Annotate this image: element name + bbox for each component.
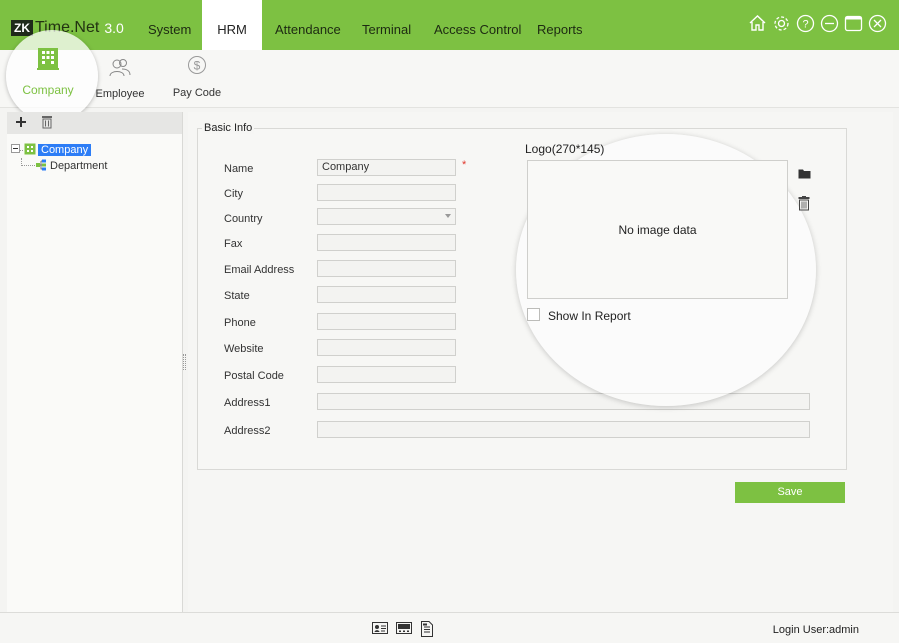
svg-text:?: ? [802,19,808,31]
company-icon [18,48,78,75]
city-input[interactable] [317,184,456,201]
fax-input[interactable] [317,234,456,251]
menu-access-control[interactable]: Access Control [434,0,521,50]
tree-panel: Company Department [7,112,183,612]
brand-logo: ZK [11,20,33,36]
id-card-icon[interactable] [372,621,388,640]
state-label: State [224,290,250,302]
phone-label: Phone [224,317,256,329]
app-version: 3.0 [104,20,124,36]
postal-code-input[interactable] [317,366,456,383]
employee-icon [94,58,146,81]
menu-terminal[interactable]: Terminal [362,0,411,50]
email-label: Email Address [224,264,295,276]
department-icon [35,159,47,174]
country-label: Country [224,213,263,225]
phone-input[interactable] [317,313,456,330]
menu-reports[interactable]: Reports [537,0,583,50]
menu-hrm[interactable]: HRM [202,0,262,50]
menu-system[interactable]: System [148,0,191,50]
home-icon[interactable] [748,14,767,33]
section-title: Basic Info [202,122,255,134]
login-user: Login User:admin [772,624,859,636]
website-label: Website [224,343,264,355]
email-input[interactable] [317,260,456,277]
address2-label: Address2 [224,425,271,437]
show-in-report-checkbox[interactable] [527,308,540,321]
ribbon-employee-label: Employee [95,88,145,100]
ribbon-pay-code-label: Pay Code [172,87,222,99]
close-icon[interactable] [868,14,887,33]
ribbon-company[interactable]: Company [18,48,78,97]
maximize-icon[interactable] [844,14,863,33]
show-in-report-label: Show In Report [548,309,631,323]
logo-image-box[interactable]: No image data [527,160,788,299]
svg-text:$: $ [194,59,201,73]
name-label: Name [224,163,254,175]
status-bar: Login User:admin [0,612,899,643]
tree-item-department[interactable]: Department [11,158,182,174]
tree-item-company[interactable]: Company [11,142,182,158]
save-button[interactable]: Save [735,482,845,503]
logo-title: Logo(270*145) [525,142,605,156]
tree-label-department[interactable]: Department [50,160,107,172]
add-icon[interactable] [15,116,27,131]
postal-code-label: Postal Code [224,370,284,382]
country-select[interactable] [317,208,456,225]
website-input[interactable] [317,339,456,356]
logo-placeholder: No image data [618,223,697,237]
address1-input[interactable] [317,393,810,410]
pay-code-icon: $ [172,55,222,82]
org-tree: Company Department [7,134,182,174]
ribbon-pay-code[interactable]: $ Pay Code [172,50,222,99]
ribbon-company-label: Company [22,83,74,97]
delete-icon[interactable] [41,115,53,132]
trash-icon[interactable] [798,196,810,214]
address2-input[interactable] [317,421,810,438]
building-icon [24,143,36,158]
required-marker: * [462,159,467,171]
collapse-icon[interactable] [11,144,20,156]
ribbon-toolbar: Company Employee $ Pay Code [0,30,899,122]
folder-icon[interactable] [798,168,811,182]
tree-toolbar [7,112,182,134]
tree-label-company[interactable]: Company [38,144,92,156]
status-icons [372,621,434,640]
name-input[interactable]: Company [317,159,456,176]
ribbon-employee[interactable]: Employee [94,50,146,100]
chevron-down-icon[interactable] [445,214,451,218]
device-icon[interactable] [396,621,412,640]
minimize-icon[interactable] [820,14,839,33]
panel-splitter[interactable] [183,354,186,370]
report-icon[interactable] [420,621,434,640]
fax-label: Fax [224,238,243,250]
help-icon[interactable]: ? [796,14,815,33]
state-input[interactable] [317,286,456,303]
settings-icon[interactable] [772,14,791,33]
main-content: Basic Info Name Company * City Country F… [188,112,893,612]
city-label: City [224,188,243,200]
menu-attendance[interactable]: Attendance [275,0,341,50]
title-bar: ZK Time.Net 3.0 System HRM Attendance Te… [0,0,899,50]
address1-label: Address1 [224,397,271,409]
window-controls: ? [748,14,887,33]
